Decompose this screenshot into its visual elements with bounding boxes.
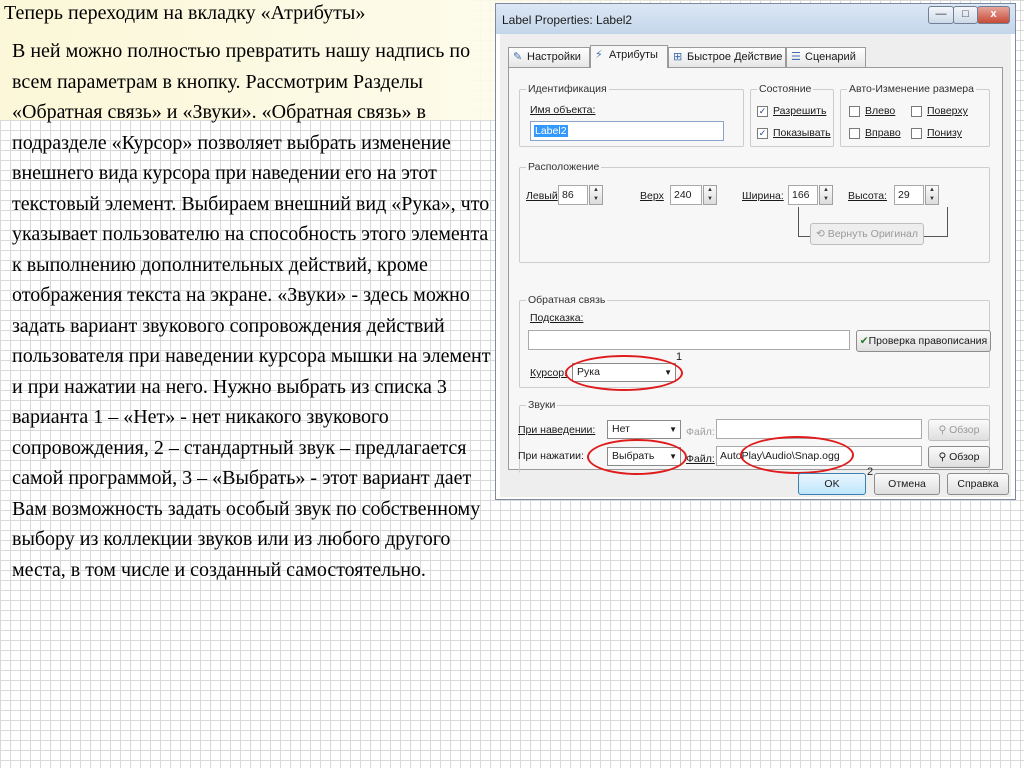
hover-browse-label: Обзор bbox=[949, 424, 980, 436]
hover-sound-value: Нет bbox=[612, 423, 630, 435]
help-button[interactable]: Справка bbox=[947, 473, 1009, 495]
click-browse-label: Обзор bbox=[949, 451, 980, 463]
maximize-button[interactable]: □ bbox=[953, 6, 978, 24]
state-group: Состояние ✓ Разрешить ✓ Показывать bbox=[750, 83, 834, 147]
position-group-label: Расположение bbox=[526, 161, 602, 173]
autosize-right-label: Вправо bbox=[865, 127, 901, 139]
browse-icon: ⚲ bbox=[938, 424, 950, 436]
width-spinner[interactable]: ▲ ▼ bbox=[819, 185, 833, 205]
height-input[interactable]: 29 bbox=[894, 185, 924, 205]
cancel-button[interactable]: Отмена bbox=[874, 473, 940, 495]
cursor-label-text: Курсор: bbox=[530, 367, 568, 379]
minimize-button[interactable]: — bbox=[928, 6, 954, 24]
tooltip-input[interactable] bbox=[528, 330, 850, 350]
tab-settings-label: Настройки bbox=[527, 51, 581, 63]
click-select-highlight-ellipse bbox=[587, 439, 687, 475]
identification-group-label: Идентификация bbox=[526, 83, 609, 95]
cursor-highlight-ellipse bbox=[565, 355, 683, 391]
sounds-group-label: Звуки bbox=[526, 399, 558, 411]
file-path-highlight-ellipse bbox=[740, 436, 854, 474]
hover-browse-button[interactable]: ⚲ Обзор bbox=[928, 419, 990, 441]
autosize-left-label: Влево bbox=[865, 105, 896, 117]
spell-check-icon: ✔ bbox=[859, 335, 869, 347]
hover-file-input[interactable] bbox=[716, 419, 922, 439]
tab-settings[interactable]: ✎ Настройки bbox=[508, 47, 590, 67]
autosize-top-label: Поверху bbox=[927, 105, 968, 117]
tooltip-label: Подсказка: bbox=[530, 312, 584, 324]
restore-original-button[interactable]: ⟲ Вернуть Оригинал bbox=[810, 223, 924, 245]
ok-button[interactable]: OK bbox=[798, 473, 866, 495]
tab-script-label: Сценарий bbox=[805, 51, 856, 63]
enable-label: Разрешить bbox=[773, 105, 827, 117]
attributes-page: Идентификация Имя объекта: Label2 Состоя… bbox=[508, 67, 1003, 478]
width-label: Ширина: bbox=[742, 190, 784, 202]
hover-label: При наведении: bbox=[518, 424, 595, 436]
cursor-label: Курсор: bbox=[530, 367, 567, 379]
enable-checkbox[interactable]: ✓ bbox=[757, 106, 768, 117]
tab-attributes[interactable]: ⚡ Атрибуты bbox=[590, 45, 668, 68]
spell-check-label: Проверка правописания bbox=[868, 335, 988, 347]
hover-label-text: При наведении: bbox=[518, 424, 596, 436]
object-name-input[interactable]: Label2 bbox=[530, 121, 724, 141]
hover-sound-select[interactable]: Нет ▼ bbox=[607, 420, 681, 439]
state-group-label: Состояние bbox=[757, 83, 814, 95]
object-name-label: Имя объекта: bbox=[530, 104, 596, 116]
dialog-body: ✎ Настройки ⚡ Атрибуты ⊞ Быстрое Действие ☰… bbox=[500, 34, 1011, 497]
dialog-titlebar[interactable]: Label Properties: Label2 — □ x bbox=[496, 4, 1015, 34]
pencil-icon: ✎ bbox=[513, 51, 523, 63]
wand-icon: ⚡ bbox=[595, 49, 603, 61]
restore-icon: ⟲ bbox=[816, 228, 828, 240]
restore-original-label: Вернуть Оригинал bbox=[827, 228, 918, 240]
browse-icon: ⚲ bbox=[938, 451, 950, 463]
top-label: Верх bbox=[640, 190, 664, 202]
script-icon: ☰ bbox=[791, 51, 801, 63]
autosize-bottom-label: Понизу bbox=[927, 127, 962, 139]
height-spinner[interactable]: ▲ ▼ bbox=[925, 185, 939, 205]
height-label: Высота: bbox=[848, 190, 887, 202]
annotation-number-1: 1 bbox=[676, 351, 683, 363]
sounds-group: Звуки При наведении: Нет ▼ Файл: ⚲ Обзор… bbox=[518, 399, 990, 478]
dialog-title: Label Properties: Label2 bbox=[502, 13, 633, 27]
width-input[interactable]: 166 bbox=[788, 185, 818, 205]
show-checkbox[interactable]: ✓ bbox=[757, 128, 768, 139]
tab-script[interactable]: ☰ Сценарий bbox=[786, 47, 866, 67]
click-label-text: При нажатии: bbox=[518, 450, 584, 462]
click-label: При нажатии: bbox=[518, 450, 584, 462]
autosize-left-checkbox[interactable] bbox=[849, 106, 860, 117]
flow-icon: ⊞ bbox=[673, 51, 683, 63]
hover-file-label: Файл: bbox=[686, 426, 715, 438]
feedback-group: Обратная связь Подсказка: ✔Проверка прав… bbox=[519, 294, 991, 391]
left-label: Левый bbox=[526, 190, 558, 202]
object-name-value: Label2 bbox=[534, 125, 568, 137]
label-properties-dialog: Label Properties: Label2 — □ x ✎ Настройк… bbox=[495, 3, 1016, 500]
close-button[interactable]: x bbox=[977, 6, 1010, 24]
autosize-group: Авто-Изменение размера Влево Поверху Впр… bbox=[840, 83, 990, 147]
position-group: Расположение Левый 86 ▲ ▼ Верх 240 ▲ ▼ Шир… bbox=[519, 161, 990, 263]
tab-quick-action-label: Быстрое Действие bbox=[687, 51, 783, 63]
left-spinner[interactable]: ▲ ▼ bbox=[589, 185, 603, 205]
tab-quick-action[interactable]: ⊞ Быстрое Действие bbox=[668, 47, 786, 67]
spell-check-button[interactable]: ✔Проверка правописания bbox=[856, 330, 991, 352]
top-input[interactable]: 240 bbox=[670, 185, 702, 205]
tab-attributes-label: Атрибуты bbox=[609, 49, 658, 61]
chevron-down-icon: ▼ bbox=[669, 425, 677, 434]
show-label: Показывать bbox=[773, 127, 831, 139]
autosize-bottom-checkbox[interactable] bbox=[911, 128, 922, 139]
top-spinner[interactable]: ▲ ▼ bbox=[703, 185, 717, 205]
autosize-right-checkbox[interactable] bbox=[849, 128, 860, 139]
left-input[interactable]: 86 bbox=[558, 185, 588, 205]
click-file-label: Файл: bbox=[686, 453, 715, 465]
feedback-group-label: Обратная связь bbox=[526, 294, 608, 306]
identification-group: Идентификация Имя объекта: Label2 bbox=[519, 83, 744, 147]
slide-title: Теперь переходим на вкладку «Атрибуты» bbox=[4, 2, 366, 24]
slide-body-text: В ней можно полностью превратить нашу на… bbox=[12, 40, 491, 581]
click-browse-button[interactable]: ⚲ Обзор bbox=[928, 446, 990, 468]
annotation-number-2: 2 bbox=[867, 466, 874, 478]
autosize-top-checkbox[interactable] bbox=[911, 106, 922, 117]
autosize-group-label: Авто-Изменение размера bbox=[847, 83, 976, 95]
